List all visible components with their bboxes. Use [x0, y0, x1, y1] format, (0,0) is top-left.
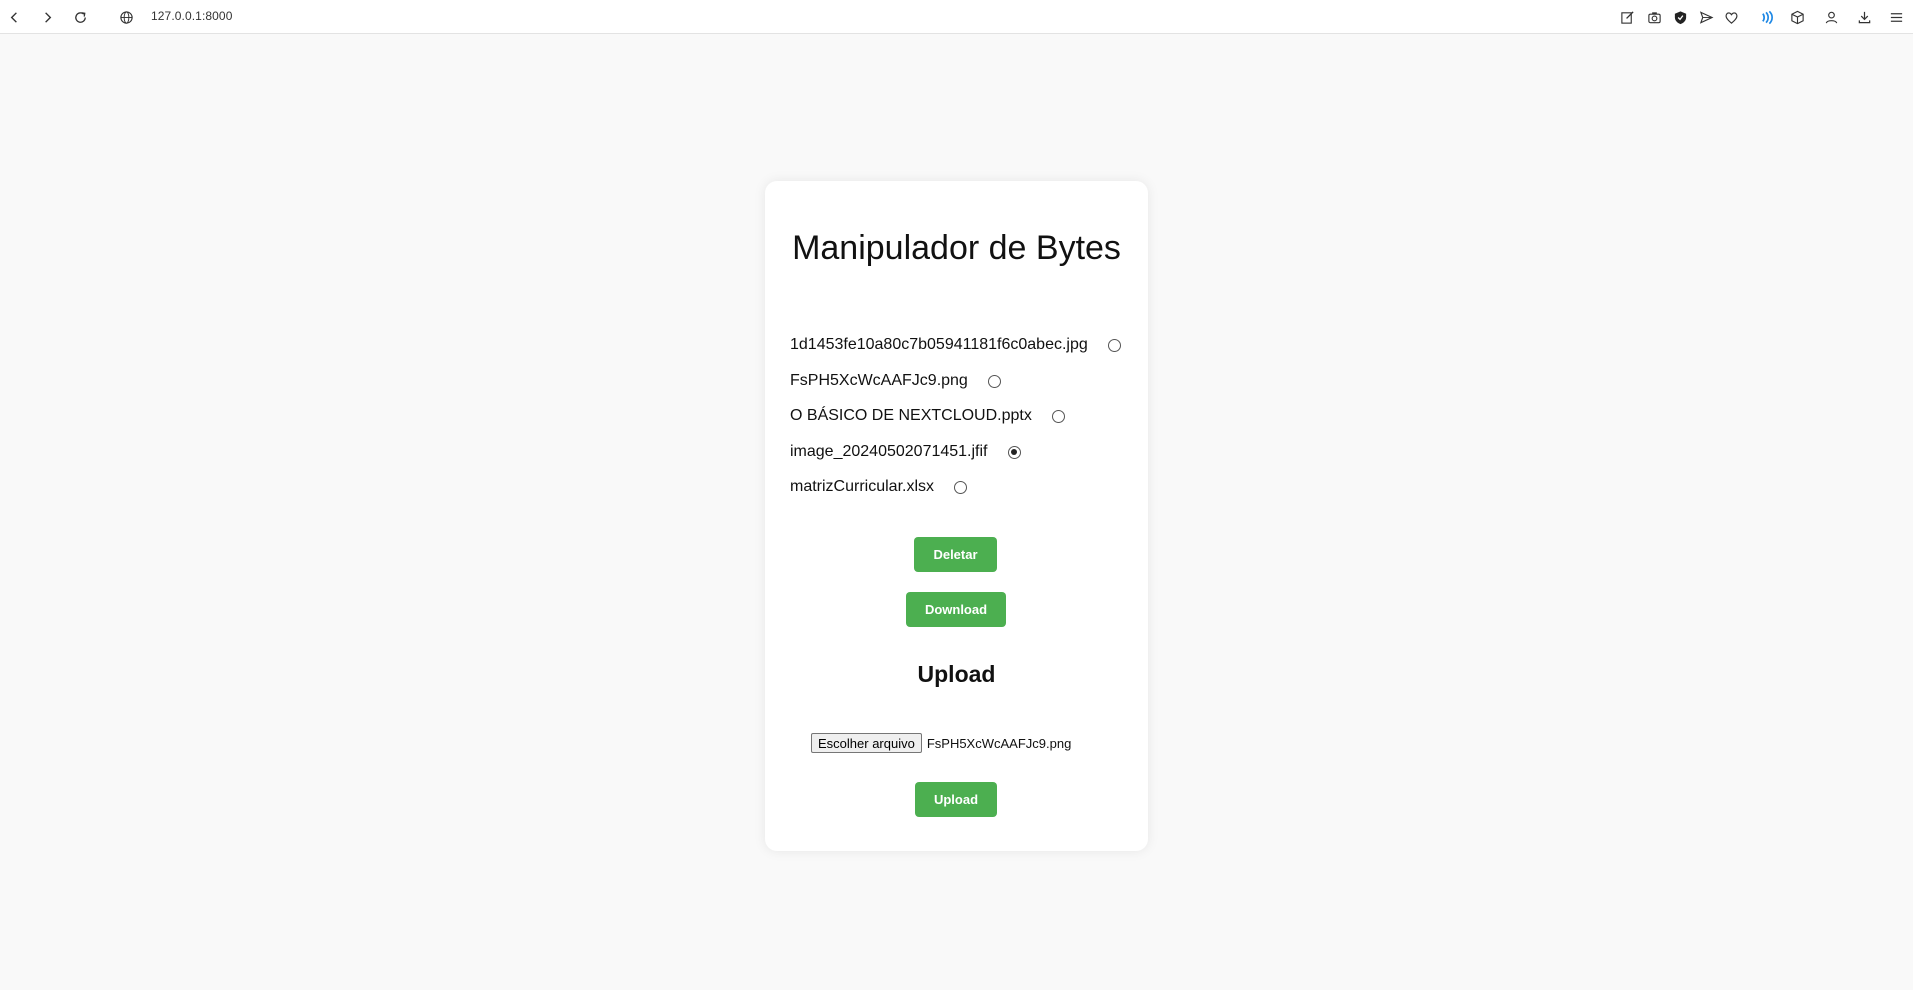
address-bar[interactable]: 127.0.0.1:8000	[151, 9, 232, 23]
reload-icon[interactable]	[68, 5, 92, 29]
browser-toolbar: 127.0.0.1:8000	[0, 0, 1913, 34]
shield-icon[interactable]	[1668, 5, 1692, 29]
heart-icon[interactable]	[1719, 5, 1743, 29]
upload-button[interactable]: Upload	[915, 782, 997, 817]
edit-icon[interactable]	[1615, 5, 1639, 29]
choose-file-button[interactable]: Escolher arquivo	[811, 733, 922, 753]
globe-icon[interactable]	[114, 5, 138, 29]
profile-icon[interactable]	[1819, 5, 1843, 29]
back-icon[interactable]	[2, 5, 26, 29]
camera-icon[interactable]	[1642, 5, 1666, 29]
file-option[interactable]: O BÁSICO DE NEXTCLOUD.pptx	[790, 404, 1065, 428]
delete-button[interactable]: Deletar	[914, 537, 997, 572]
file-option[interactable]: matrizCurricular.xlsx	[790, 475, 968, 499]
download-button[interactable]: Download	[906, 592, 1006, 627]
download-icon[interactable]	[1852, 5, 1876, 29]
file-radio[interactable]	[1107, 338, 1121, 352]
menu-icon[interactable]	[1884, 5, 1908, 29]
file-radio[interactable]	[954, 480, 968, 494]
chosen-file-name: FsPH5XcWcAAFJc9.png	[926, 735, 1072, 751]
file-name: matrizCurricular.xlsx	[790, 478, 935, 495]
file-option[interactable]: image_20240502071451.jfif	[790, 440, 1021, 464]
file-picker[interactable]: Escolher arquivo FsPH5XcWcAAFJc9.png	[811, 733, 1071, 753]
file-radio[interactable]	[987, 374, 1001, 388]
cube-icon[interactable]	[1785, 5, 1809, 29]
send-icon[interactable]	[1694, 5, 1718, 29]
upload-heading: Upload	[917, 661, 996, 687]
file-option[interactable]: 1d1453fe10a80c7b05941181f6c0abec.jpg	[790, 333, 1121, 357]
file-name: image_20240502071451.jfif	[790, 443, 988, 460]
file-manager-card: Manipulador de Bytes 1d1453fe10a80c7b059…	[765, 181, 1148, 851]
page-title: Manipulador de Bytes	[792, 229, 1121, 267]
file-name: FsPH5XcWcAAFJc9.png	[790, 372, 968, 389]
file-radio[interactable]	[1051, 409, 1065, 423]
file-option[interactable]: FsPH5XcWcAAFJc9.png	[790, 369, 1001, 393]
file-radio[interactable]	[1007, 445, 1021, 459]
file-name: 1d1453fe10a80c7b05941181f6c0abec.jpg	[790, 336, 1088, 353]
file-name: O BÁSICO DE NEXTCLOUD.pptx	[790, 407, 1032, 424]
forward-icon[interactable]	[35, 5, 59, 29]
wave-icon[interactable]	[1754, 5, 1778, 29]
